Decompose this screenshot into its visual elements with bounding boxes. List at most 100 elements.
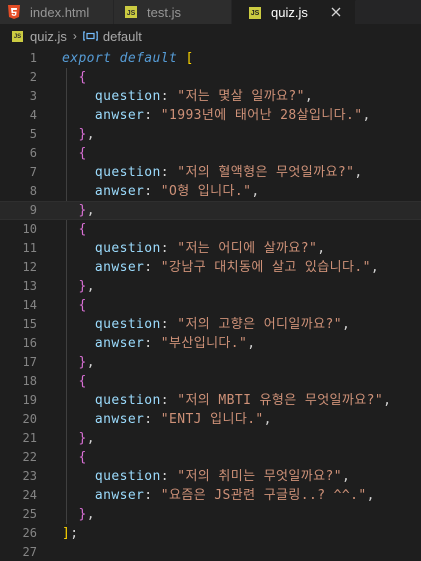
code-text: export default [ [62,49,194,68]
code-line[interactable]: 1 export default [ [0,49,421,68]
code-token: : [144,488,161,503]
code-line[interactable]: 25 }, [0,505,421,524]
code-line[interactable]: 8 anwser: "O형 입니다.", [0,182,421,201]
code-text: { [62,68,87,87]
string-token: "강남구 대치동에 살고 있습니다." [160,260,371,275]
line-number: 20 [22,412,37,426]
line-number: 23 [22,469,37,483]
code-text: }, [62,429,95,448]
code-line[interactable]: 10 { [0,220,421,239]
code-line[interactable]: 2 { [0,68,421,87]
code-text: { [62,144,87,163]
code-line[interactable]: 11 question: "저는 어디에 살까요?", [0,239,421,258]
tab-test-js[interactable]: JS test.js [114,0,232,24]
tab-index-html[interactable]: index.html [0,0,114,24]
code-token: : [160,89,178,104]
code-line[interactable]: 16 anwser: "부산입니다.", [0,334,421,353]
punctuation-token: ; [70,526,79,541]
code-line[interactable]: 21 }, [0,429,421,448]
string-token: "저는 어디에 살까요?" [177,241,318,256]
tab-bar: index.html JS test.js JS quiz.js [0,0,421,24]
code-line[interactable]: 18 { [0,372,421,391]
code-token: , [304,89,314,104]
code-text: }, [62,353,95,372]
bracket-token: { [78,146,87,161]
bracket-token: } [78,355,87,370]
string-token: "ENTJ 입니다." [160,412,264,427]
code-line[interactable]: 22 { [0,448,421,467]
line-number: 24 [22,488,37,502]
property-token: anwser [94,260,145,275]
code-token: : [160,165,178,180]
code-line[interactable]: 6 { [0,144,421,163]
js-icon: JS [249,6,261,19]
code-text: question: "저의 MBTI 유형은 무엇일까요?", [62,391,391,410]
line-number: 17 [22,355,37,369]
code-line[interactable]: 20 anwser: "ENTJ 입니다.", [0,410,421,429]
code-token: , [341,469,351,484]
bracket-token: [ [185,51,194,66]
bracket-token: } [78,279,87,294]
bracket-token: ] [62,526,71,541]
code-line[interactable]: 13 }, [0,277,421,296]
code-line[interactable]: 5 }, [0,125,421,144]
property-token: anwser [94,336,145,351]
bracket-token: } [78,203,87,218]
code-line[interactable]: 4 anwser: "1993년에 태어난 28살입니다.", [0,106,421,125]
bracket-token: { [78,374,87,389]
code-token: , [354,165,363,180]
line-number: 26 [22,526,37,540]
string-token: "요즘은 JS관련 구글링..? ^^." [160,488,367,503]
line-number: 10 [22,222,37,236]
code-line[interactable]: 9 }, [0,201,421,220]
code-token: , [86,507,95,522]
code-text: anwser: "강남구 대치동에 살고 있습니다.", [62,258,379,277]
breadcrumb-symbol[interactable]: default [103,29,142,44]
code-editor[interactable]: 1 export default [2 {3 question: "저는 몇살 일… [0,48,421,561]
code-token: : [144,108,161,123]
property-token: question [94,165,161,180]
code-line[interactable]: 27 [0,543,421,561]
code-line[interactable]: 7 question: "저의 혈액형은 무엇일까요?", [0,163,421,182]
code-line[interactable]: 14 { [0,296,421,315]
code-text: anwser: "ENTJ 입니다.", [62,410,272,429]
close-icon[interactable] [329,5,343,19]
property-token: question [94,241,161,256]
code-text: }, [62,202,95,219]
code-text: question: "저는 어디에 살까요?", [62,239,325,258]
code-line[interactable]: 19 question: "저의 MBTI 유형은 무엇일까요?", [0,391,421,410]
chevron-right-icon: › [72,29,77,43]
code-line[interactable]: 26]; [0,524,421,543]
code-line[interactable]: 23 question: "저의 취미는 무엇일까요?", [0,467,421,486]
code-token: , [383,393,392,408]
code-token: , [247,336,256,351]
bracket-token: { [78,70,87,85]
string-token: "저는 몇살 일까요?" [177,89,305,104]
property-token: question [94,469,161,484]
breadcrumb-file[interactable]: quiz.js [30,29,67,44]
code-line[interactable]: 24 anwser: "요즘은 JS관련 구글링..? ^^.", [0,486,421,505]
keyword-token: default [119,51,178,66]
code-token: , [86,355,95,370]
tab-quiz-js[interactable]: JS quiz.js [232,0,356,24]
code-line[interactable]: 17 }, [0,353,421,372]
code-token: , [317,241,326,256]
code-line[interactable]: 12 anwser: "강남구 대치동에 살고 있습니다.", [0,258,421,277]
property-token: anwser [94,184,145,199]
code-text: ]; [62,524,78,543]
code-line[interactable]: 15 question: "저의 고향은 어디일까요?", [0,315,421,334]
breadcrumb: JS quiz.js › default [0,24,421,48]
code-line[interactable]: 3 question: "저는 몇살 일까요?", [0,87,421,106]
